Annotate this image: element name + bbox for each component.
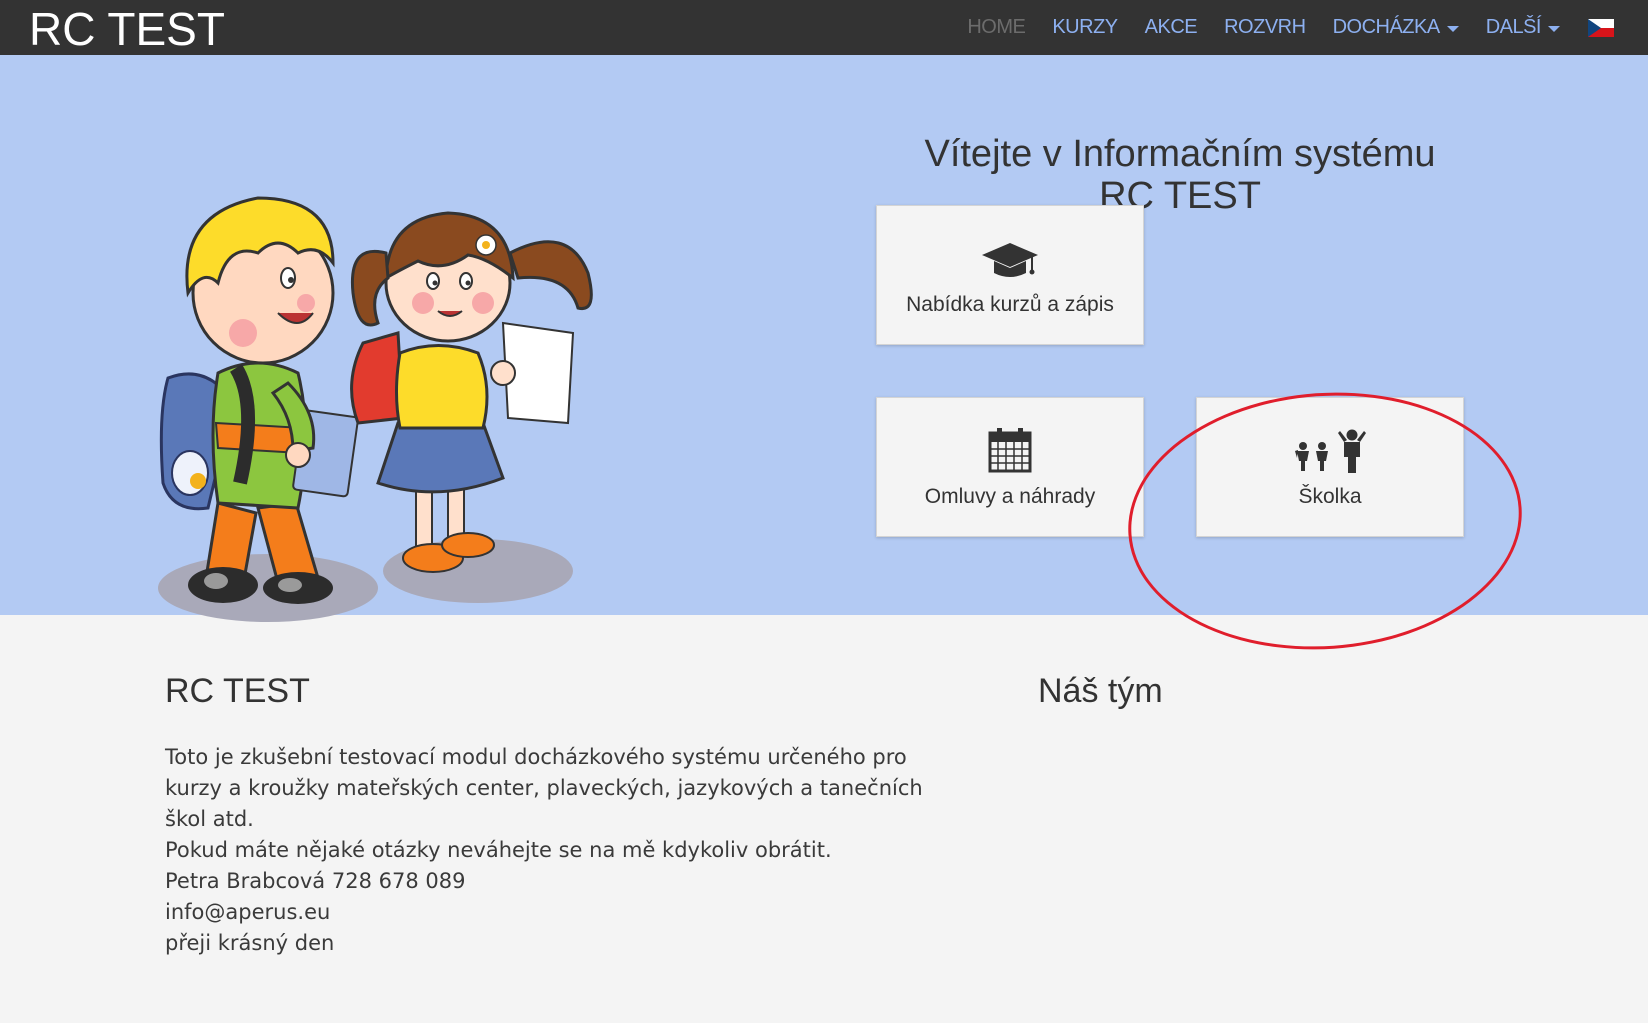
footer-description: Toto je zkušební testovací modul docházk… [165,742,945,959]
team-title: Náš tým [1038,672,1163,710]
footer-line: škol atd. [165,807,254,831]
czech-flag-icon[interactable] [1588,18,1614,37]
courses-enrollment-label: Nabídka kurzů a zápis [906,293,1114,316]
footer-title: RC TEST [165,672,310,710]
welcome-line-1: Vítejte v Informačním systému [924,133,1436,175]
nav-item-kurzy[interactable]: KURZY [1052,16,1118,39]
courses-enrollment-tile[interactable]: Nabídka kurzů a zápis [876,205,1144,345]
chevron-down-icon [1446,25,1459,32]
nav-menu: HOME KURZY AKCE ROZVRH DOCHÁZKA DALŠÍ [940,0,1614,55]
nav-item-dochazka[interactable]: DOCHÁZKA [1333,16,1459,39]
footer-line: kurzy a kroužky mateřských center, plave… [165,776,923,800]
excuses-replacements-tile[interactable]: Omluvy a náhrady [876,397,1144,537]
footer-line: přeji krásný den [165,931,335,955]
hero-section: Vítejte v Informačním systému RC TEST Na… [0,55,1648,663]
nav-item-dalsi[interactable]: DALŠÍ [1486,16,1560,39]
nav-item-home[interactable]: HOME [967,16,1026,39]
school-children-illustration [158,196,593,622]
brand-logo[interactable]: RC TEST [29,0,225,55]
top-navbar: RC TEST HOME KURZY AKCE ROZVRH DOCHÁZKA … [0,0,1648,55]
footer-email[interactable]: info@aperus.eu [165,897,945,928]
graduation-cap-icon [980,233,1040,281]
footer-line: Toto je zkušební testovací modul docházk… [165,745,907,769]
calendar-icon [988,425,1032,473]
footer-line: Petra Brabcová 728 678 089 [165,869,466,893]
chevron-down-icon [1548,25,1560,32]
nav-item-dalsi-label: DALŠÍ [1485,16,1542,38]
nav-item-rozvrh[interactable]: ROZVRH [1224,16,1306,39]
footer-line: Pokud máte nějaké otázky neváhejte se na… [165,838,832,862]
nav-item-akce[interactable]: AKCE [1145,16,1198,39]
highlight-annotation-circle [1119,379,1531,663]
nav-item-dochazka-label: DOCHÁZKA [1332,16,1441,38]
excuses-replacements-label: Omluvy a náhrady [924,485,1096,508]
